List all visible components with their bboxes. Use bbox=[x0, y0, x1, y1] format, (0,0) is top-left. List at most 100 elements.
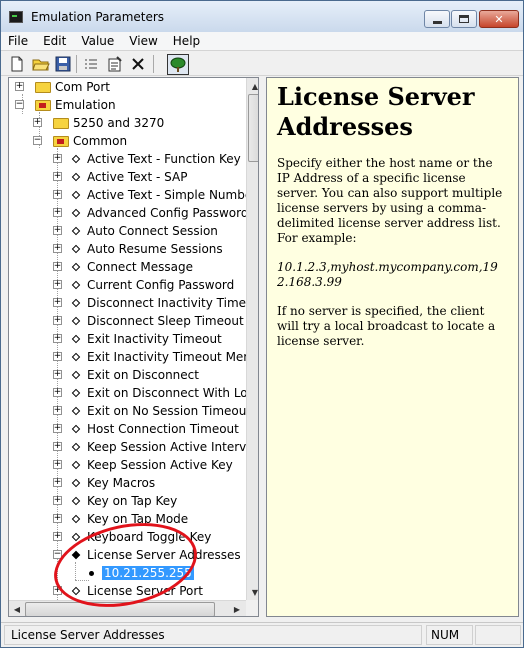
expand-icon[interactable]: + bbox=[53, 496, 62, 505]
tree-item[interactable]: + Disconnect Sleep Timeout bbox=[53, 312, 244, 330]
expand-icon[interactable]: + bbox=[53, 280, 62, 289]
new-document-button[interactable] bbox=[7, 54, 27, 74]
folder-icon bbox=[53, 117, 69, 129]
scroll-right-icon[interactable]: ▶ bbox=[229, 601, 245, 616]
window-title: Emulation Parameters bbox=[31, 10, 165, 24]
setting-icon bbox=[71, 172, 81, 182]
expand-icon[interactable]: + bbox=[53, 172, 62, 181]
menu-view[interactable]: View bbox=[122, 34, 165, 48]
vertical-scroll-thumb[interactable] bbox=[248, 94, 258, 162]
close-button[interactable]: ✕ bbox=[479, 10, 519, 28]
tree-node-com-port[interactable]: + Com Port bbox=[15, 78, 110, 96]
tree-node-emulation[interactable]: − Emulation bbox=[15, 96, 116, 114]
menu-help[interactable]: Help bbox=[166, 34, 208, 48]
open-folder-icon bbox=[32, 59, 50, 71]
tree-item[interactable]: + Keep Session Active Key bbox=[53, 456, 233, 474]
tree-item[interactable]: + Exit Inactivity Timeout bbox=[53, 330, 222, 348]
expand-icon[interactable]: + bbox=[53, 334, 62, 343]
expand-icon[interactable]: + bbox=[53, 316, 62, 325]
list-button[interactable] bbox=[81, 54, 101, 74]
tree-item[interactable]: + Key Macros bbox=[53, 474, 155, 492]
scroll-down-icon[interactable]: ▼ bbox=[247, 584, 258, 600]
status-pane bbox=[475, 625, 521, 645]
tree-item[interactable]: + Current Config Password bbox=[53, 276, 234, 294]
tree-icon bbox=[170, 57, 186, 72]
setting-icon bbox=[71, 514, 81, 524]
tree-label: Advanced Config Password bbox=[87, 206, 249, 220]
scrollbar-corner bbox=[246, 600, 258, 616]
tree-item[interactable]: + Exit on Disconnect bbox=[53, 366, 199, 384]
tree-item[interactable]: + Active Text - SAP bbox=[53, 168, 187, 186]
expand-icon[interactable]: + bbox=[53, 262, 62, 271]
tree-node-5250[interactable]: + 5250 and 3270 bbox=[33, 114, 164, 132]
setting-icon bbox=[71, 478, 81, 488]
expand-icon[interactable]: + bbox=[53, 442, 62, 451]
expand-icon[interactable]: + bbox=[53, 424, 62, 433]
tree-item[interactable]: + Auto Connect Session bbox=[53, 222, 218, 240]
properties-button[interactable] bbox=[105, 54, 125, 74]
tree-item[interactable]: + Exit Inactivity Timeout Memo bbox=[53, 348, 258, 366]
expand-icon[interactable]: + bbox=[53, 190, 62, 199]
open-button[interactable] bbox=[31, 54, 51, 74]
status-bar: License Server Addresses NUM bbox=[1, 622, 523, 647]
tree-label: Connect Message bbox=[87, 260, 194, 274]
tree-item[interactable]: + Connect Message bbox=[53, 258, 193, 276]
tree-item[interactable]: + Auto Resume Sessions bbox=[53, 240, 223, 258]
scroll-left-icon[interactable]: ◀ bbox=[9, 601, 25, 616]
toolbar bbox=[1, 50, 523, 76]
expand-icon[interactable]: + bbox=[53, 514, 62, 523]
title-bar[interactable]: Emulation Parameters ✕ bbox=[1, 1, 523, 32]
scroll-up-icon[interactable]: ▲ bbox=[247, 78, 258, 94]
new-document-icon bbox=[11, 56, 23, 72]
tree-vertical-scrollbar[interactable]: ▲ ▼ bbox=[246, 78, 258, 600]
collapse-icon[interactable]: − bbox=[33, 136, 42, 145]
expand-icon[interactable]: + bbox=[53, 244, 62, 253]
tree-item[interactable]: + Advanced Config Password bbox=[53, 204, 248, 222]
tree-label: Current Config Password bbox=[87, 278, 235, 292]
menu-file[interactable]: File bbox=[1, 34, 36, 48]
expand-icon[interactable]: + bbox=[33, 118, 42, 127]
expand-icon[interactable]: + bbox=[53, 406, 62, 415]
tree-item[interactable]: + Host Connection Timeout bbox=[53, 420, 239, 438]
tree-item[interactable]: + Key on Tap Key bbox=[53, 492, 177, 510]
collapse-icon[interactable]: − bbox=[15, 100, 24, 109]
menu-edit[interactable]: Edit bbox=[36, 34, 74, 48]
setting-icon bbox=[71, 226, 81, 236]
tree-item[interactable]: + Keep Session Active Interval bbox=[53, 438, 257, 456]
delete-button[interactable] bbox=[128, 54, 148, 74]
expand-icon[interactable]: + bbox=[53, 388, 62, 397]
minimize-button[interactable] bbox=[424, 10, 450, 28]
app-terminal-icon bbox=[9, 11, 23, 23]
expand-icon[interactable]: + bbox=[53, 226, 62, 235]
tree-item[interactable]: + Disconnect Inactivity Timeout bbox=[53, 294, 258, 312]
tree-label: Auto Resume Sessions bbox=[87, 242, 223, 256]
maximize-button[interactable] bbox=[451, 10, 477, 28]
setting-icon bbox=[71, 244, 81, 254]
tree-item[interactable]: + Active Text - Function Key bbox=[53, 150, 241, 168]
tree-node-common[interactable]: − Common bbox=[33, 132, 127, 150]
tree-label: Common bbox=[73, 134, 128, 148]
expand-icon[interactable]: + bbox=[53, 298, 62, 307]
expand-icon[interactable]: + bbox=[53, 154, 62, 163]
expand-icon[interactable]: + bbox=[53, 208, 62, 217]
expand-icon[interactable]: + bbox=[53, 352, 62, 361]
expand-icon[interactable]: + bbox=[53, 460, 62, 469]
tree-label: Host Connection Timeout bbox=[87, 422, 239, 436]
expand-icon[interactable]: + bbox=[15, 82, 24, 91]
tree-label: Key Macros bbox=[87, 476, 156, 490]
toolbar-separator-2 bbox=[153, 55, 154, 73]
expand-icon[interactable]: + bbox=[53, 370, 62, 379]
menu-value[interactable]: Value bbox=[74, 34, 122, 48]
setting-icon bbox=[71, 316, 81, 326]
tree-view-button[interactable] bbox=[167, 54, 189, 75]
tree-label: Active Text - Simple Numbered bbox=[87, 188, 259, 202]
tree-label: 5250 and 3270 bbox=[73, 116, 165, 130]
tree-item[interactable]: + Exit on Disconnect With Low B bbox=[53, 384, 258, 402]
tree-item[interactable]: + Active Text - Simple Numbered bbox=[53, 186, 259, 204]
expand-icon[interactable]: + bbox=[53, 532, 62, 541]
setting-icon bbox=[71, 406, 81, 416]
save-button[interactable] bbox=[53, 54, 73, 74]
expand-icon[interactable]: + bbox=[53, 478, 62, 487]
tree-item[interactable]: + Exit on No Session Timeout bbox=[53, 402, 251, 420]
setting-icon bbox=[71, 424, 81, 434]
